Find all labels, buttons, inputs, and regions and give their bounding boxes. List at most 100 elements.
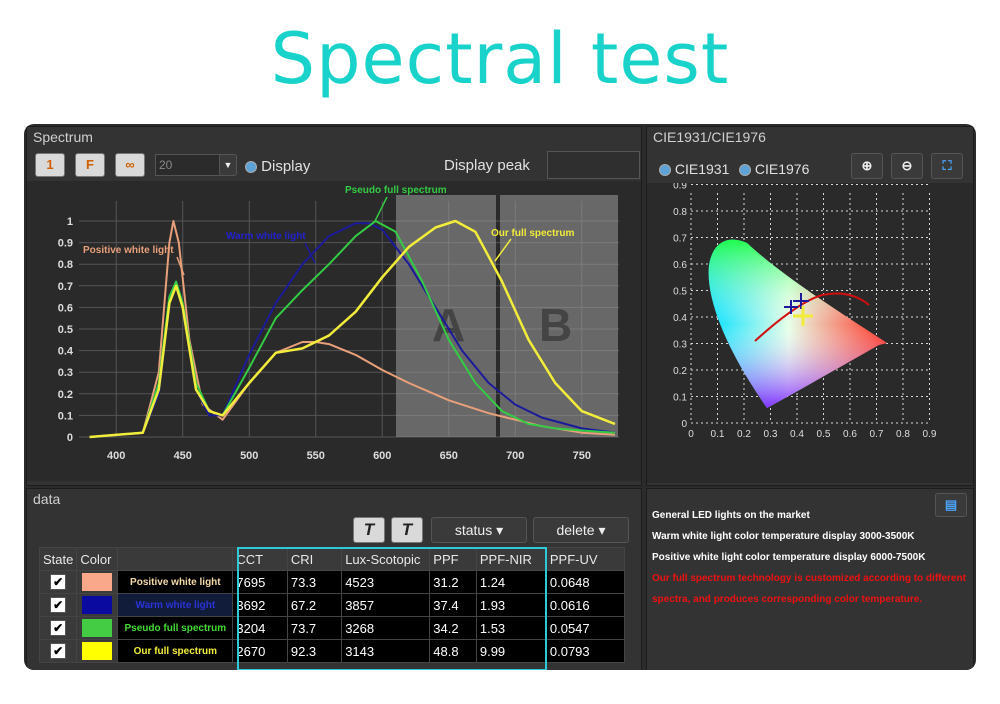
- col-cri: CRI: [286, 547, 343, 571]
- cie-x-tick: 0.7: [870, 429, 884, 440]
- x-tick-label: 750: [573, 450, 591, 462]
- cie-y-tick: 0.1: [673, 393, 687, 404]
- cell-ppf-nir: 1.93: [475, 593, 547, 617]
- mode-1-button[interactable]: 1: [35, 153, 65, 177]
- row-checkbox[interactable]: ✔: [50, 643, 67, 659]
- cie-x-tick: 0.2: [737, 429, 751, 440]
- cell-lux: 3857: [341, 593, 431, 617]
- cell-ppf: 37.4: [429, 593, 477, 617]
- display-peak-field[interactable]: [547, 151, 640, 179]
- cie-x-tick: 0.5: [817, 429, 831, 440]
- add-column-icon[interactable]: T: [353, 517, 385, 543]
- y-tick-label: 0.8: [58, 259, 73, 271]
- state-cell: ✔: [38, 570, 78, 594]
- col-ppf-uv: PPF-UV: [545, 547, 626, 571]
- x-tick-label: 550: [307, 450, 325, 462]
- table-row[interactable]: ✔ Our full spectrum 2670 92.3 3143 48.8 9.99 0.…: [38, 639, 626, 663]
- row-name: Positive white light: [117, 570, 234, 594]
- cell-lux: 3143: [341, 639, 431, 663]
- cell-lux: 4523: [341, 570, 431, 594]
- region-a-label: A: [432, 299, 465, 351]
- spectrum-panel: Spectrum 1 F ∞ 20 ▼ Display Display peak…: [26, 126, 642, 486]
- cie1976-radio-icon[interactable]: [739, 164, 751, 177]
- region-b-label: B: [539, 299, 572, 351]
- display-toggle[interactable]: Display: [245, 158, 310, 175]
- x-tick-label: 700: [506, 450, 524, 462]
- mode-f-button[interactable]: F: [75, 153, 105, 177]
- y-tick-label: 1: [67, 216, 73, 228]
- row-checkbox[interactable]: ✔: [50, 574, 67, 590]
- display-peak-label: Display peak: [444, 157, 530, 174]
- data-title: data: [33, 491, 61, 507]
- remove-column-icon[interactable]: T: [391, 517, 423, 543]
- cell-cri: 73.7: [286, 616, 343, 640]
- fit-screen-icon[interactable]: ⛶: [931, 153, 963, 179]
- status-dropdown[interactable]: status ▾: [431, 517, 527, 543]
- cell-ppf-nir: 1.24: [475, 570, 547, 594]
- cie-y-tick: 0.6: [673, 260, 687, 271]
- color-swatch: [76, 639, 119, 663]
- positive-curve-label: Positive white light: [83, 245, 174, 256]
- color-swatch: [76, 616, 119, 640]
- cell-cct: 3204: [232, 616, 288, 640]
- cie-y-tick: 0.5: [673, 287, 687, 298]
- col-cct: CCT: [232, 547, 288, 571]
- count-dropdown-icon[interactable]: ▼: [219, 154, 237, 176]
- cie-chart: 0 0.1 0.2 0.3 0.4 0.5 0.6 0.7 0.8 0.9 0 0.1 0.2 0.3 0.…: [647, 183, 973, 483]
- cell-ppf: 34.2: [429, 616, 477, 640]
- warm-curve-label: Warm white light: [226, 231, 306, 242]
- note-line: General LED lights on the market: [652, 510, 810, 521]
- table-header: State Color CCT CRI Lux-Scotopic PPF PPF…: [38, 547, 626, 571]
- cie1931-option[interactable]: CIE1931: [659, 161, 729, 177]
- cie-title: CIE1931/CIE1976: [653, 129, 766, 145]
- cie-x-tick: 0.3: [764, 429, 778, 440]
- y-tick-label: 0.2: [58, 389, 73, 401]
- zoom-out-icon[interactable]: ⊖: [891, 153, 923, 179]
- table-row[interactable]: ✔ Pseudo full spectrum 3204 73.7 3268 34.2 1.5…: [38, 616, 626, 640]
- y-tick-label: 0.6: [58, 302, 73, 314]
- cie-y-tick: 0: [681, 419, 687, 430]
- col-lux: Lux-Scotopic: [341, 547, 431, 571]
- pseudo-curve-label: Pseudo full spectrum: [345, 185, 447, 196]
- cell-cct: 3692: [232, 593, 288, 617]
- mode-loop-button[interactable]: ∞: [115, 153, 145, 177]
- y-tick-label: 0.3: [58, 367, 73, 379]
- cie-panel: CIE1931/CIE1976 CIE1931 CIE1976 ⊕ ⊖ ⛶ 0 …: [646, 126, 974, 486]
- export-icon[interactable]: ▤: [935, 493, 967, 517]
- data-panel: data T T status ▾ delete ▾ State Color C…: [26, 488, 642, 670]
- row-checkbox[interactable]: ✔: [50, 620, 67, 636]
- note-line: Positive white light color temperature d…: [652, 552, 926, 563]
- note-line: Our full spectrum technology is customiz…: [652, 573, 966, 584]
- col-color: Color: [76, 547, 119, 571]
- data-table: State Color CCT CRI Lux-Scotopic PPF PPF…: [38, 547, 626, 663]
- cell-ppf: 31.2: [429, 570, 477, 594]
- cie1976-option[interactable]: CIE1976: [739, 161, 809, 177]
- table-row[interactable]: ✔ Warm white light 3692 67.2 3857 37.4 1.93 0.0…: [38, 593, 626, 617]
- cell-lux: 3268: [341, 616, 431, 640]
- cell-ppf-nir: 9.99: [475, 639, 547, 663]
- state-cell: ✔: [38, 616, 78, 640]
- x-tick-label: 500: [240, 450, 258, 462]
- cie-y-tick: 0.8: [673, 207, 687, 218]
- cell-ppf-uv: 0.0793: [545, 639, 626, 663]
- display-radio-icon[interactable]: [245, 161, 257, 174]
- cie-x-tick: 0.8: [896, 429, 910, 440]
- y-tick-label: 0.4: [58, 346, 74, 358]
- ours-curve-label: Our full spectrum: [491, 228, 574, 239]
- color-swatch: [76, 593, 119, 617]
- cell-cct: 7695: [232, 570, 288, 594]
- state-cell: ✔: [38, 593, 78, 617]
- cell-ppf-nir: 1.53: [475, 616, 547, 640]
- zoom-in-icon[interactable]: ⊕: [851, 153, 883, 179]
- cie-x-tick: 0.9: [923, 429, 937, 440]
- cell-ppf: 48.8: [429, 639, 477, 663]
- count-input[interactable]: 20: [155, 154, 222, 176]
- row-checkbox[interactable]: ✔: [50, 597, 67, 613]
- delete-dropdown[interactable]: delete ▾: [533, 517, 629, 543]
- page-title: Spectral test: [270, 18, 730, 100]
- table-row[interactable]: ✔ Positive white light 7695 73.3 4523 31.2 1.2…: [38, 570, 626, 594]
- note-line: spectra, and produces corresponding colo…: [652, 594, 923, 605]
- app-window: Spectrum 1 F ∞ 20 ▼ Display Display peak…: [24, 124, 976, 670]
- cie1931-radio-icon[interactable]: [659, 164, 671, 177]
- row-name: Warm white light: [117, 593, 234, 617]
